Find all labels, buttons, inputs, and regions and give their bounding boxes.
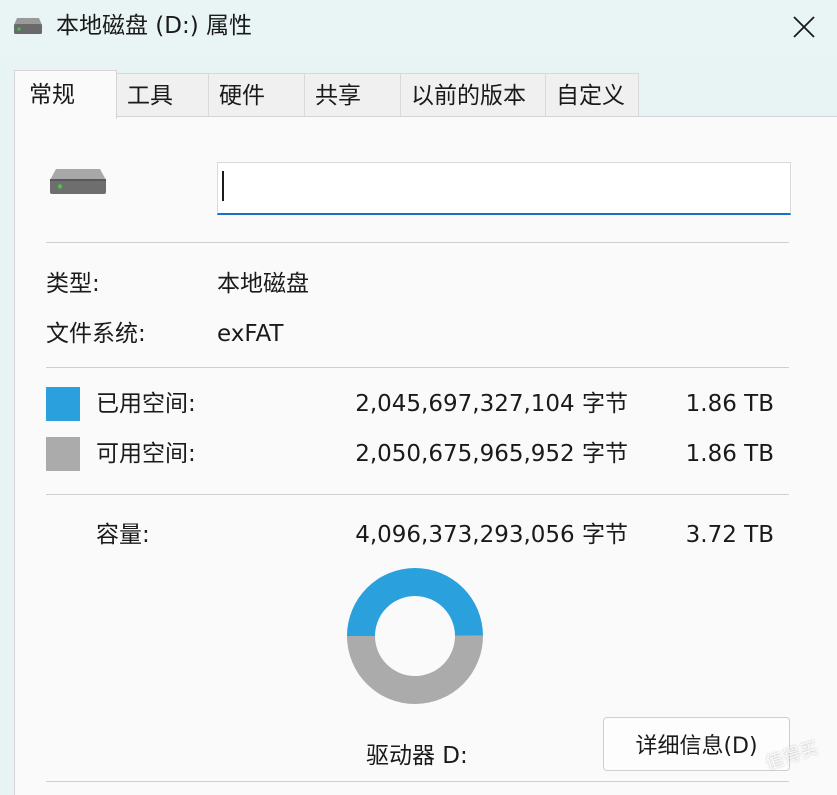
free-space-bytes: 2,050,675,965,952 字节 [355, 441, 628, 467]
free-space-swatch [46, 437, 80, 471]
capacity-size: 3.72 TB [685, 522, 774, 548]
used-space-bytes: 2,045,697,327,104 字节 [355, 391, 628, 417]
drive-name-input[interactable] [217, 162, 791, 215]
used-slice [347, 567, 483, 636]
drive-icon [13, 17, 43, 39]
close-button[interactable] [770, 0, 837, 54]
type-label: 类型: [46, 271, 100, 297]
tab-tools[interactable]: 工具 [116, 73, 209, 117]
drive-label: 驱动器 D: [366, 743, 468, 769]
separator [46, 367, 789, 368]
free-space-label: 可用空间: [96, 441, 196, 467]
window-title: 本地磁盘 (D:) 属性 [56, 13, 253, 39]
usage-donut-chart [347, 567, 483, 704]
separator [46, 781, 789, 782]
separator [46, 242, 789, 243]
file-system-label: 文件系统: [46, 321, 146, 347]
close-icon [792, 16, 815, 38]
title-bar: 本地磁盘 (D:) 属性 [0, 0, 837, 54]
separator [46, 494, 789, 495]
capacity-label: 容量: [96, 522, 150, 548]
tab-customize[interactable]: 自定义 [545, 73, 639, 117]
tab-strip: 常规 工具 硬件 共享 以前的版本 自定义 [0, 54, 837, 119]
free-space-size: 1.86 TB [685, 441, 774, 467]
tab-general[interactable]: 常规 [14, 70, 117, 119]
used-space-size: 1.86 TB [685, 391, 774, 417]
tab-previous-versions[interactable]: 以前的版本 [400, 73, 546, 117]
free-slice [347, 635, 483, 704]
hard-drive-icon [48, 168, 108, 200]
type-value: 本地磁盘 [217, 271, 309, 297]
used-space-swatch [46, 387, 80, 421]
text-caret [222, 171, 224, 201]
details-button[interactable]: 详细信息(D) [603, 717, 790, 771]
tab-sharing[interactable]: 共享 [304, 73, 401, 117]
tab-hardware[interactable]: 硬件 [208, 73, 305, 117]
used-space-label: 已用空间: [96, 391, 196, 417]
capacity-bytes: 4,096,373,293,056 字节 [355, 522, 628, 548]
file-system-value: exFAT [217, 321, 284, 347]
